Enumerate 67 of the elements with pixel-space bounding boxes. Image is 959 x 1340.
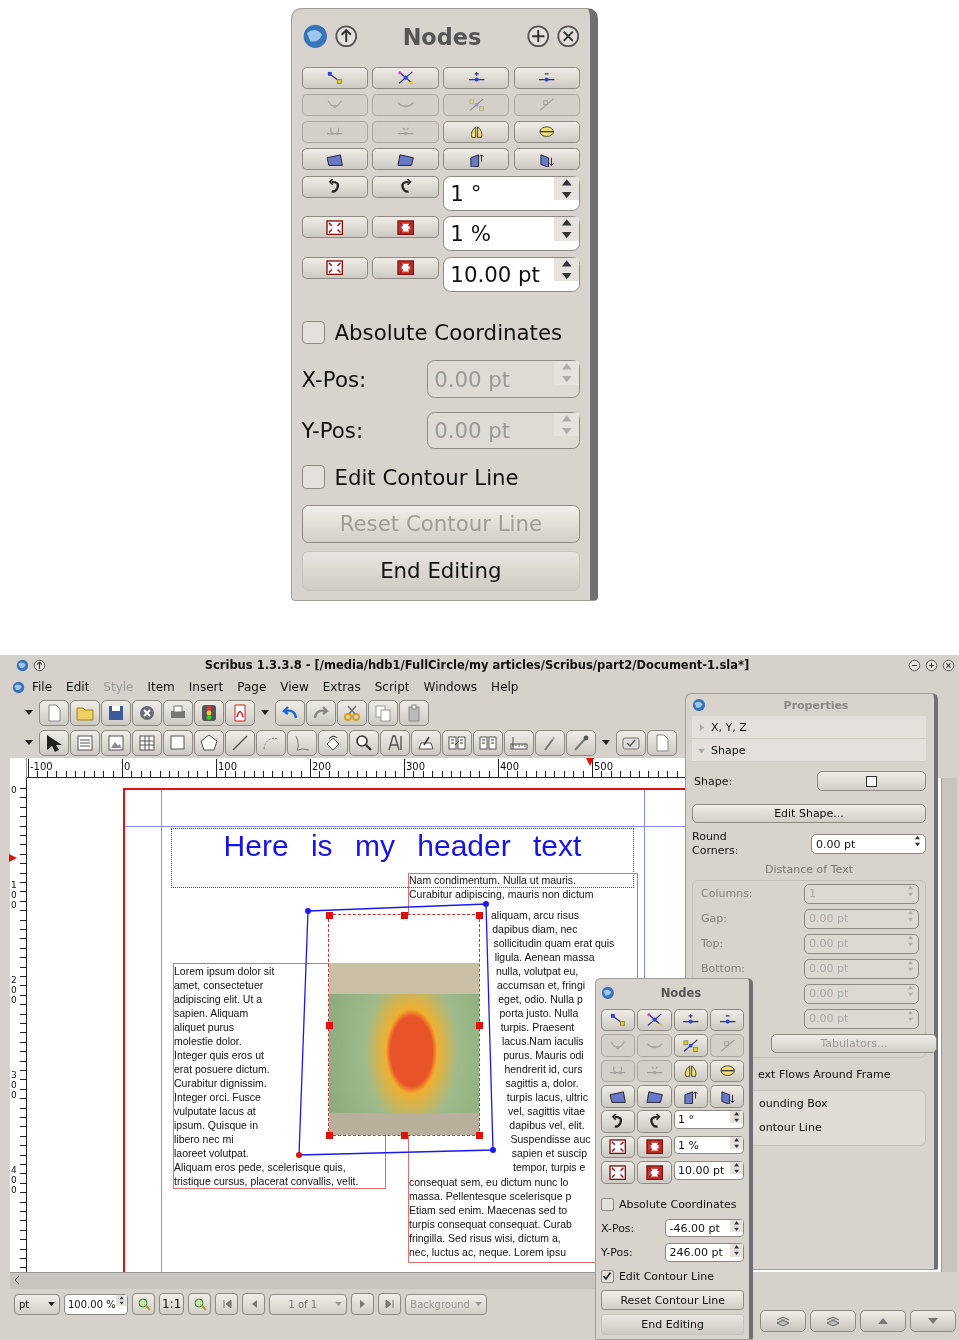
zoom-field[interactable]: 100.00 % xyxy=(64,1293,128,1315)
ruler-label: 100 xyxy=(216,759,238,774)
checkbox-label[interactable]: Absolute Coordinates xyxy=(618,1198,737,1212)
field-label: Shape: xyxy=(694,774,733,788)
checkbox-label[interactable]: Edit Contour Line xyxy=(334,464,519,490)
ruler-label: 200 xyxy=(11,976,18,1006)
window-title: Scribus 1.3.3.8 - [/media/hdb1/FullCircle/my articles/Scribus/part2/Document-1.sla*] xyxy=(203,658,751,672)
body-text: consequat sem, eu dictum nunc lo massa. Pellentesque scelerisque p Etiam sed enim. Maecenas sed to turpis consequat consequat. Curab fringilla. Sed risus wisi, dictum a, nec, luctus ac, neque. Lorem ipsu xyxy=(409,1175,572,1259)
field-label: Gap: xyxy=(701,912,727,925)
radio-option[interactable]: ounding Box xyxy=(759,1091,925,1115)
edit-shape-button[interactable]: Edit Shape... xyxy=(692,804,926,823)
ruler-label: 0 xyxy=(11,786,18,796)
spin-box[interactable]: -46.00 pt xyxy=(665,1218,745,1238)
ruler-label: -100 xyxy=(28,759,53,774)
section-header[interactable]: Shape xyxy=(692,739,926,762)
spin-box[interactable]: 10.00 pt xyxy=(673,1161,745,1180)
body-text: Lorem ipsum dolor sit amet, consectetuer adipiscing elit. Ut a sapien. Aliquam aliquet purus molestie dolor. Integer quis eros ut erat posuere dictum. Curabitur dignissim. Integer orci. Fusce vulputate lacus at ipsum. Quisque in libero nec mi laoreet volutpat. xyxy=(174,964,275,1160)
field-label: X-Pos: xyxy=(600,1221,635,1235)
unit-dropdown[interactable]: pt xyxy=(14,1293,60,1315)
group-title: ext Flows Around Frame xyxy=(758,1068,892,1083)
menu-item[interactable]: View xyxy=(273,680,316,694)
ruler-label: 400 xyxy=(498,759,520,774)
menu-item[interactable]: Script xyxy=(367,680,417,694)
header-text: Here is my header text xyxy=(223,829,582,863)
field-label: Y-Pos: xyxy=(301,417,364,443)
spin-box[interactable]: 1 % xyxy=(673,1135,745,1155)
end-editing-button[interactable]: End Editing xyxy=(301,550,581,591)
body-text: accumsan et, fringi eget, odio. Nulla p porta justo. Nulla turpis. Praesent lacus.Nam iaculis purus. Mauris odi hendrerit id, curs sagittis a, dolor. turpis lacus, ultric vel, sagittis vitae dapibus vel, elit. Suspendisse auc sapien et suscip tempor, turpis e xyxy=(497,978,591,1174)
spin-box[interactable]: 0.00 pt xyxy=(811,834,926,854)
section-header[interactable]: X, Y, Z xyxy=(692,716,926,739)
ruler-label: 100 xyxy=(11,881,18,911)
spin-box[interactable]: 1 ° xyxy=(443,175,581,211)
menu-item[interactable]: Windows xyxy=(416,680,485,694)
menu-item[interactable]: Extras xyxy=(315,680,368,694)
field-label: Y-Pos: xyxy=(600,1246,633,1260)
panel-title: Nodes xyxy=(401,23,483,50)
radio-option[interactable]: ontour Line xyxy=(759,1115,925,1139)
spin-box[interactable]: 1 ° xyxy=(673,1110,745,1129)
spin-box[interactable]: 246.00 pt xyxy=(665,1243,745,1263)
checkbox-label[interactable]: Edit Contour Line xyxy=(618,1269,714,1283)
menu-item[interactable]: Help xyxy=(484,680,526,694)
panel-title: Nodes xyxy=(659,986,703,1001)
end-editing-button[interactable]: End Editing xyxy=(600,1314,745,1335)
spin-box[interactable]: 10.00 pt xyxy=(443,256,581,292)
menu-item[interactable]: Item xyxy=(140,680,182,694)
ruler-label: 0 xyxy=(122,759,131,774)
actual-size-button[interactable]: 1:1 xyxy=(159,1293,185,1315)
body-text: Aliquam eros pede, scelerisque quis, tristique cursus, placerat convallis, velit. xyxy=(174,1160,359,1188)
ruler-label: 300 xyxy=(404,759,426,774)
body-text: Nam condimentum. Nulla ut mauris. Curabitur adipiscing, mauris non dictum xyxy=(409,874,594,901)
checkbox-label[interactable]: Absolute Coordinates xyxy=(334,319,563,345)
ruler-label: 200 xyxy=(310,759,332,774)
group-title: Distance of Text xyxy=(764,863,854,878)
reset-contour-button[interactable]: Reset Contour Line xyxy=(600,1290,745,1311)
menu-item[interactable]: Insert xyxy=(181,680,231,694)
field-label: Top: xyxy=(701,937,724,950)
ruler-label: 400 xyxy=(11,1166,18,1196)
ruler-label: 300 xyxy=(11,1071,18,1101)
menu-item[interactable]: Page xyxy=(230,680,274,694)
menu-item[interactable]: File xyxy=(25,680,60,694)
field-label: Round Corners: xyxy=(692,830,740,858)
panel-title: Properties xyxy=(782,698,850,712)
field-label: Columns: xyxy=(701,887,753,900)
field-label: X-Pos: xyxy=(301,366,367,392)
spin-box[interactable]: 1 % xyxy=(443,216,581,252)
menu-item[interactable]: Edit xyxy=(59,680,97,694)
field-label: Bottom: xyxy=(701,962,746,975)
